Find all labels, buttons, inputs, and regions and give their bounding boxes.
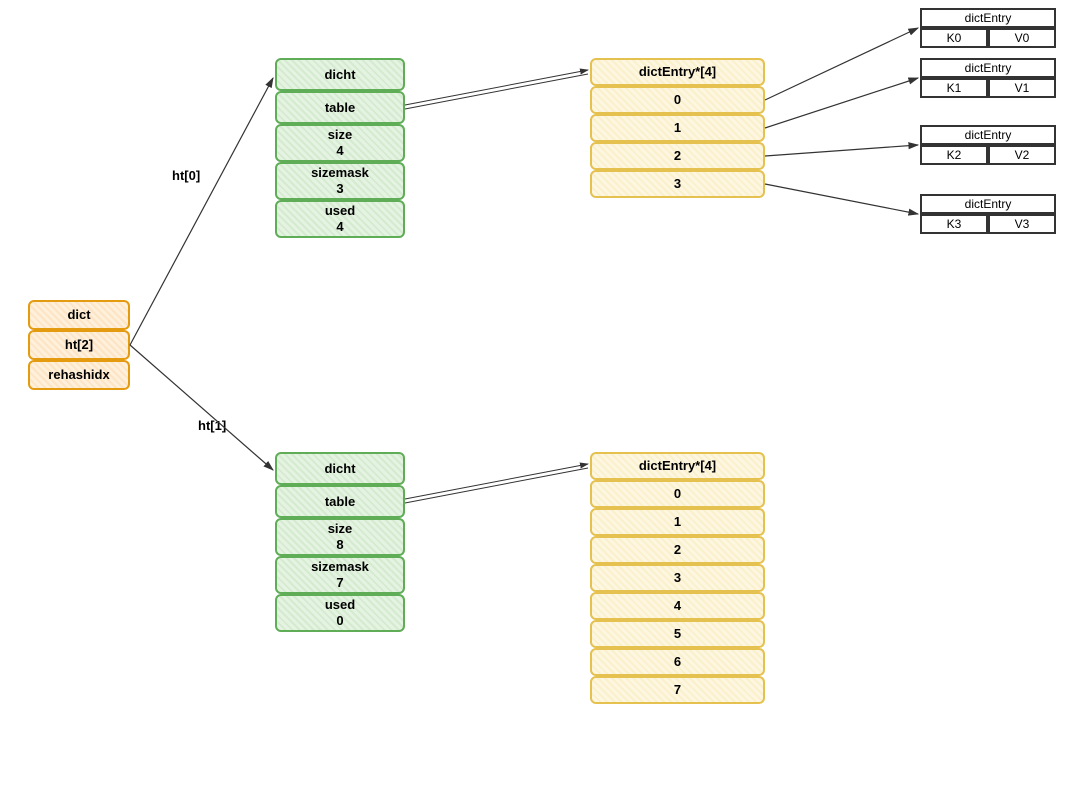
dicht1-sizemask-label: sizemask — [311, 559, 369, 575]
dict-rehashidx: rehashidx — [28, 360, 130, 390]
dicht1-table: table — [275, 485, 405, 518]
dicht1-size-label: size — [328, 521, 353, 537]
arrows-layer — [0, 0, 1080, 789]
dicht1-used-val: 0 — [336, 613, 343, 629]
dicht0-sizemask: sizemask 3 — [275, 162, 405, 200]
dicht1-sizemask-val: 7 — [336, 575, 343, 591]
table1-header: dictEntry*[4] — [590, 452, 765, 480]
entry0-k: K0 — [920, 28, 988, 48]
table0-slot-3: 3 — [590, 170, 765, 198]
entry1-v: V1 — [988, 78, 1056, 98]
dicht0-sizemask-val: 3 — [336, 181, 343, 197]
entry2-title: dictEntry — [920, 125, 1056, 145]
dicht0-table: table — [275, 91, 405, 124]
dicht0-title: dicht — [275, 58, 405, 91]
table0-slot-0: 0 — [590, 86, 765, 114]
entry1-title: dictEntry — [920, 58, 1056, 78]
dict-title: dict — [28, 300, 130, 330]
table1-slot-3: 3 — [590, 564, 765, 592]
entry3-title: dictEntry — [920, 194, 1056, 214]
dicht1-used-label: used — [325, 597, 355, 613]
table0-slot-1: 1 — [590, 114, 765, 142]
entry3-v: V3 — [988, 214, 1056, 234]
table1-slot-5: 5 — [590, 620, 765, 648]
entry0-v: V0 — [988, 28, 1056, 48]
table1-slot-6: 6 — [590, 648, 765, 676]
table0-header: dictEntry*[4] — [590, 58, 765, 86]
dicht0-size-val: 4 — [336, 143, 343, 159]
ht1-label: ht[1] — [198, 418, 226, 433]
dicht1-sizemask: sizemask 7 — [275, 556, 405, 594]
entry1-k: K1 — [920, 78, 988, 98]
table1-slot-2: 2 — [590, 536, 765, 564]
ht0-label: ht[0] — [172, 168, 200, 183]
table1-slot-7: 7 — [590, 676, 765, 704]
dicht1-used: used 0 — [275, 594, 405, 632]
table0-slot-2: 2 — [590, 142, 765, 170]
dict-ht: ht[2] — [28, 330, 130, 360]
dicht0-used: used 4 — [275, 200, 405, 238]
table1-slot-0: 0 — [590, 480, 765, 508]
dicht0-size: size 4 — [275, 124, 405, 162]
dicht0-used-val: 4 — [336, 219, 343, 235]
dicht1-title: dicht — [275, 452, 405, 485]
entry0-title: dictEntry — [920, 8, 1056, 28]
entry2-k: K2 — [920, 145, 988, 165]
table1-slot-4: 4 — [590, 592, 765, 620]
entry2-v: V2 — [988, 145, 1056, 165]
dicht1-size: size 8 — [275, 518, 405, 556]
dicht0-size-label: size — [328, 127, 353, 143]
entry3-k: K3 — [920, 214, 988, 234]
table1-slot-1: 1 — [590, 508, 765, 536]
dicht0-sizemask-label: sizemask — [311, 165, 369, 181]
dicht1-size-val: 8 — [336, 537, 343, 553]
dicht0-used-label: used — [325, 203, 355, 219]
